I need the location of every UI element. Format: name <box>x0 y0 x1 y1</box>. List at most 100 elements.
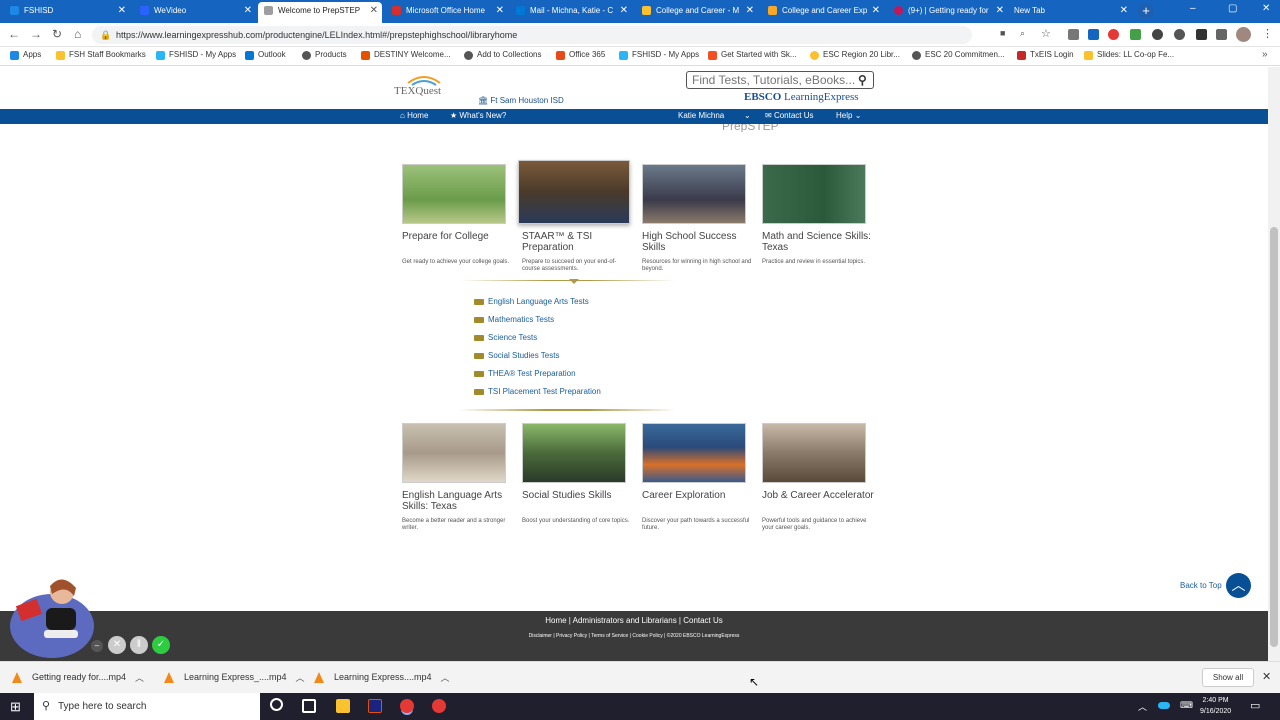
maximize-button[interactable]: ▢ <box>1228 3 1237 14</box>
search-input[interactable] <box>686 71 874 89</box>
extension-shield-icon[interactable] <box>1068 29 1079 40</box>
task-view-icon[interactable] <box>302 699 316 713</box>
extension-icon[interactable] <box>1196 29 1207 40</box>
tab-wevideo[interactable]: WeVideo ✕ <box>134 2 256 23</box>
chrome-icon[interactable] <box>400 699 414 713</box>
card-image-prepare-college[interactable] <box>402 164 506 224</box>
tab-college-career[interactable]: College and Career - M ✕ <box>636 2 758 23</box>
card-image-high-school[interactable] <box>642 164 746 224</box>
sublink-ela-tests[interactable]: English Language Arts Tests <box>474 297 589 307</box>
confirm-recording-button[interactable]: ✓ <box>152 636 170 654</box>
back-arrow-icon[interactable]: ← <box>8 27 20 41</box>
card-image-ela-skills[interactable] <box>402 423 506 483</box>
reload-icon[interactable]: ↻ <box>52 27 62 41</box>
zoom-icon[interactable]: ⌕ <box>1020 28 1025 39</box>
card-title[interactable]: English Language Arts Skills: Texas <box>402 490 514 512</box>
nav-user-menu[interactable]: Katie Michna <box>678 110 724 122</box>
card-image-staar-tsi[interactable] <box>518 160 630 224</box>
footer-links[interactable]: Home | Administrators and Librarians | C… <box>0 616 1268 625</box>
close-icon[interactable]: ✕ <box>996 2 1004 19</box>
extension-icon[interactable] <box>1108 29 1119 40</box>
bookmark-item[interactable]: FSHISD - My Apps <box>156 50 236 60</box>
card-title[interactable]: Job & Career Accelerator <box>762 490 874 501</box>
tab-new-tab[interactable]: New Tab ✕ <box>1010 2 1132 23</box>
card-title[interactable]: Prepare for College <box>402 231 514 242</box>
texquest-logo[interactable]: TEXQuest <box>394 73 474 105</box>
close-icon[interactable]: ✕ <box>370 2 378 19</box>
close-icon[interactable]: ✕ <box>872 2 880 19</box>
card-title[interactable]: Math and Science Skills: Texas <box>762 231 874 253</box>
bookmark-item[interactable]: DESTINY Welcome... <box>361 50 451 60</box>
close-icon[interactable]: ✕ <box>1120 2 1128 19</box>
file-explorer-icon[interactable] <box>336 699 350 713</box>
extension-icon[interactable] <box>1130 29 1141 40</box>
card-title[interactable]: Career Exploration <box>642 490 754 501</box>
chevron-up-icon[interactable]: ︿ <box>135 671 144 684</box>
bookmark-item[interactable]: ESC 20 Commitmen... <box>912 50 1005 60</box>
menu-dots-icon[interactable]: ⋮ <box>1262 27 1273 40</box>
windows-start-icon[interactable]: ⊞ <box>10 699 21 715</box>
chevron-up-icon[interactable]: ︿ <box>1226 573 1251 598</box>
bookmark-item[interactable]: TxEIS Login <box>1017 50 1074 60</box>
onedrive-icon[interactable] <box>1158 702 1170 709</box>
card-title[interactable]: Social Studies Skills <box>522 490 634 501</box>
extension-icon[interactable] <box>1088 29 1099 40</box>
sublink-science-tests[interactable]: Science Tests <box>474 333 537 343</box>
bookmark-item[interactable]: Products <box>302 50 347 60</box>
card-image-math-science[interactable] <box>762 164 866 224</box>
minimize-button[interactable]: – <box>1190 3 1196 14</box>
close-icon[interactable]: ✕ <box>496 2 504 19</box>
footer-legal[interactable]: Disclaimer | Privacy Policy | Terms of S… <box>0 633 1268 639</box>
star-icon[interactable]: ☆ <box>1041 27 1051 40</box>
bookmark-item[interactable]: FSHISD - My Apps <box>619 50 699 60</box>
puzzle-icon[interactable] <box>1216 29 1227 40</box>
close-window-button[interactable]: ✕ <box>1262 3 1270 14</box>
search-icon[interactable]: ⚲ <box>858 73 867 87</box>
tab-fshisd[interactable]: FSHISD ✕ <box>4 2 130 23</box>
bookmark-item[interactable]: FSH Staff Bookmarks <box>56 50 146 60</box>
nav-contact[interactable]: ✉ Contact Us <box>765 110 814 122</box>
camera-icon[interactable]: ■ <box>1000 28 1005 38</box>
tab-prepstep[interactable]: Welcome to PrepSTEP ✕ <box>258 2 382 23</box>
chevron-down-icon[interactable]: ⌄ <box>744 110 751 122</box>
sublink-social-studies-tests[interactable]: Social Studies Tests <box>474 351 559 361</box>
bookmark-item[interactable]: Outlook <box>245 50 286 60</box>
close-icon[interactable]: ✕ <box>1262 670 1271 683</box>
close-icon[interactable]: ✕ <box>244 2 252 19</box>
minimize-recording-button[interactable]: – <box>91 640 103 652</box>
taskbar-search-input[interactable]: ⚲ Type here to search <box>34 693 260 720</box>
url-input[interactable]: 🔒 https://www.learningexpresshub.com/pro… <box>92 26 972 44</box>
bookmark-item[interactable]: Get Started with Sk... <box>708 50 797 60</box>
keyboard-icon[interactable]: ⌨ <box>1180 700 1193 711</box>
avatar[interactable] <box>1236 27 1251 42</box>
download-item[interactable]: Getting ready for....mp4 ︿ <box>12 672 144 683</box>
cancel-recording-button[interactable]: ✕ <box>108 636 126 654</box>
bookmark-apps[interactable]: Apps <box>10 50 41 60</box>
card-title[interactable]: STAAR™ & TSI Preparation <box>522 231 634 253</box>
close-icon[interactable]: ✕ <box>746 2 754 19</box>
sublink-math-tests[interactable]: Mathematics Tests <box>474 315 554 325</box>
card-image-job-career[interactable] <box>762 423 866 483</box>
pause-recording-button[interactable]: ‖ <box>130 636 148 654</box>
download-item[interactable]: Learning Express_....mp4 ︿ <box>164 672 305 683</box>
back-to-top-link[interactable]: Back to Top <box>1180 581 1222 590</box>
card-image-career-exploration[interactable] <box>642 423 746 483</box>
tab-college-career-exp[interactable]: College and Career Exp ✕ <box>762 2 884 23</box>
new-tab-button[interactable]: + <box>1138 3 1154 19</box>
download-item[interactable]: Learning Express....mp4 ︿ <box>314 672 450 683</box>
tab-office[interactable]: Microsoft Office Home ✕ <box>386 2 508 23</box>
tab-mail[interactable]: Mail - Michna, Katie - C ✕ <box>510 2 632 23</box>
nav-whats-new[interactable]: ★ What's New? <box>450 110 506 122</box>
chrome-icon[interactable] <box>432 699 446 713</box>
cortana-icon[interactable] <box>270 698 283 711</box>
card-image-social-studies[interactable] <box>522 423 626 483</box>
extension-icon[interactable] <box>1174 29 1185 40</box>
chevron-up-icon[interactable]: ︿ <box>1138 700 1147 713</box>
app-icon[interactable] <box>368 699 382 713</box>
notifications-icon[interactable]: ▭ <box>1250 699 1260 712</box>
extension-icon[interactable] <box>1152 29 1163 40</box>
tab-getting-ready[interactable]: (9+) | Getting ready for ✕ <box>888 2 1008 23</box>
sublink-tsi-placement[interactable]: TSI Placement Test Preparation <box>474 387 601 397</box>
close-icon[interactable]: ✕ <box>118 2 126 19</box>
district-name[interactable]: 🏛 Ft Sam Houston ISD <box>478 96 564 105</box>
